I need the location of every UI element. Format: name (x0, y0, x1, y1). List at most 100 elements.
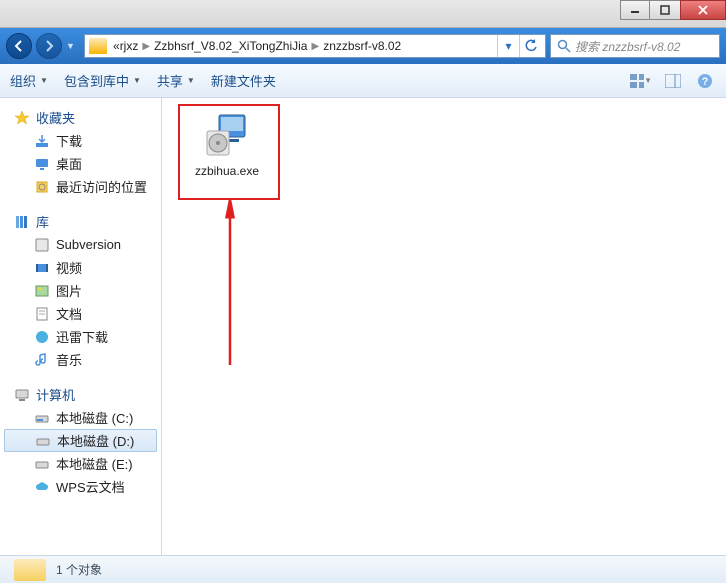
sidebar-item-videos[interactable]: 视频 (0, 256, 161, 279)
svg-text:?: ? (702, 76, 709, 88)
disk-icon (35, 433, 51, 449)
tree-item-label: 下载 (56, 131, 82, 150)
downloads-icon (34, 133, 50, 149)
change-view-button[interactable]: ▼ (630, 72, 652, 90)
chevron-down-icon: ▼ (187, 76, 195, 85)
tree-item-label: 音乐 (56, 350, 82, 369)
sidebar-item-wps-cloud[interactable]: WPS云文档 (0, 475, 161, 498)
refresh-button[interactable] (519, 35, 541, 57)
sidebar-item-disk-c[interactable]: 本地磁盘 (C:) (0, 406, 161, 429)
recent-icon (34, 179, 50, 195)
desktop-icon (34, 156, 50, 172)
file-item-exe[interactable]: zzbihua.exe (184, 110, 270, 180)
breadcrumb-segment[interactable]: rjxz (120, 39, 139, 53)
favorites-header[interactable]: 收藏夹 (0, 106, 161, 129)
window-titlebar (0, 0, 726, 28)
computer-header[interactable]: 计算机 (0, 383, 161, 406)
share-label: 共享 (157, 71, 183, 90)
computer-group: 计算机 本地磁盘 (C:) 本地磁盘 (D:) 本地磁盘 (E:) WPS云文档 (0, 383, 161, 498)
pictures-icon (34, 283, 50, 299)
nav-history-dropdown[interactable]: ▼ (66, 41, 80, 51)
chevron-down-icon: ▼ (644, 76, 652, 85)
folder-icon (89, 38, 107, 54)
tree-item-label: WPS云文档 (56, 477, 125, 496)
breadcrumb-segment[interactable]: znzzbsrf-v8.02 (323, 39, 401, 53)
organize-menu[interactable]: 组织 ▼ (10, 71, 48, 90)
help-button[interactable]: ? (694, 72, 716, 90)
tree-item-label: 文档 (56, 304, 82, 323)
tree-item-label: 图片 (56, 281, 82, 300)
chevron-down-icon: ▼ (40, 76, 48, 85)
computer-icon (14, 387, 30, 403)
sidebar-item-disk-d[interactable]: 本地磁盘 (D:) (4, 429, 157, 452)
libraries-label: 库 (36, 212, 49, 231)
close-button[interactable] (680, 0, 726, 20)
main-area: 收藏夹 下载 桌面 最近访问的位置 库 Subversion (0, 98, 726, 555)
sidebar-item-documents[interactable]: 文档 (0, 302, 161, 325)
tree-item-label: 桌面 (56, 154, 82, 173)
tree-item-label: 本地磁盘 (C:) (56, 408, 133, 427)
chevron-down-icon: ▼ (133, 76, 141, 85)
tree-item-label: 最近访问的位置 (56, 177, 147, 196)
sidebar-item-pictures[interactable]: 图片 (0, 279, 161, 302)
address-dropdown-button[interactable]: ▾ (497, 35, 519, 57)
star-icon (14, 110, 30, 126)
search-input[interactable]: 搜索 znzzbsrf-v8.02 (550, 34, 720, 58)
music-icon (34, 352, 50, 368)
favorites-label: 收藏夹 (36, 108, 75, 127)
new-folder-label: 新建文件夹 (211, 71, 276, 90)
libraries-header[interactable]: 库 (0, 210, 161, 233)
share-menu[interactable]: 共享 ▼ (157, 71, 195, 90)
folder-icon (14, 559, 46, 581)
library-icon (14, 214, 30, 230)
video-icon (34, 260, 50, 276)
organize-label: 组织 (10, 71, 36, 90)
include-in-library-menu[interactable]: 包含到库中 ▼ (64, 71, 141, 90)
sidebar-item-desktop[interactable]: 桌面 (0, 152, 161, 175)
cloud-icon (34, 479, 50, 495)
breadcrumb-segment[interactable]: Zzbhsrf_V8.02_XiTongZhiJia (154, 39, 307, 53)
back-button[interactable] (6, 33, 32, 59)
window-controls (620, 0, 726, 20)
minimize-button[interactable] (620, 0, 650, 20)
computer-label: 计算机 (36, 385, 75, 404)
document-icon (34, 306, 50, 322)
xunlei-icon (34, 329, 50, 345)
breadcrumb-prefix[interactable]: « (113, 39, 120, 53)
file-list-pane[interactable]: zzbihua.exe (162, 98, 726, 555)
tree-item-label: Subversion (56, 237, 121, 252)
subversion-icon (34, 237, 50, 253)
forward-button[interactable] (36, 33, 62, 59)
libraries-group: 库 Subversion 视频 图片 文档 迅雷下载 (0, 210, 161, 371)
tree-item-label: 迅雷下载 (56, 327, 108, 346)
include-label: 包含到库中 (64, 71, 129, 90)
tree-item-label: 本地磁盘 (D:) (57, 431, 134, 450)
status-bar: 1 个对象 (0, 555, 726, 583)
chevron-right-icon: ▶ (311, 41, 319, 52)
status-text: 1 个对象 (56, 561, 102, 578)
sidebar-item-xunlei[interactable]: 迅雷下载 (0, 325, 161, 348)
new-folder-button[interactable]: 新建文件夹 (211, 71, 276, 90)
navigation-pane[interactable]: 收藏夹 下载 桌面 最近访问的位置 库 Subversion (0, 98, 162, 555)
tree-item-label: 本地磁盘 (E:) (56, 454, 133, 473)
sidebar-item-downloads[interactable]: 下载 (0, 129, 161, 152)
sidebar-item-disk-e[interactable]: 本地磁盘 (E:) (0, 452, 161, 475)
disk-icon (34, 456, 50, 472)
chevron-right-icon: ▶ (142, 41, 150, 52)
maximize-button[interactable] (650, 0, 680, 20)
search-placeholder: 搜索 znzzbsrf-v8.02 (575, 38, 680, 55)
command-toolbar: 组织 ▼ 包含到库中 ▼ 共享 ▼ 新建文件夹 ▼ ? (0, 64, 726, 98)
sidebar-item-subversion[interactable]: Subversion (0, 233, 161, 256)
sidebar-item-recent[interactable]: 最近访问的位置 (0, 175, 161, 198)
sidebar-item-music[interactable]: 音乐 (0, 348, 161, 371)
favorites-group: 收藏夹 下载 桌面 最近访问的位置 (0, 106, 161, 198)
disk-icon (34, 410, 50, 426)
navigation-bar: ▼ « rjxz ▶ Zzbhsrf_V8.02_XiTongZhiJia ▶ … (0, 28, 726, 64)
address-bar[interactable]: « rjxz ▶ Zzbhsrf_V8.02_XiTongZhiJia ▶ zn… (84, 34, 546, 58)
file-name-label: zzbihua.exe (195, 164, 259, 180)
installer-icon (202, 110, 252, 160)
search-icon (557, 39, 571, 53)
tree-item-label: 视频 (56, 258, 82, 277)
preview-pane-button[interactable] (662, 72, 684, 90)
annotation-arrow-icon (220, 200, 240, 370)
